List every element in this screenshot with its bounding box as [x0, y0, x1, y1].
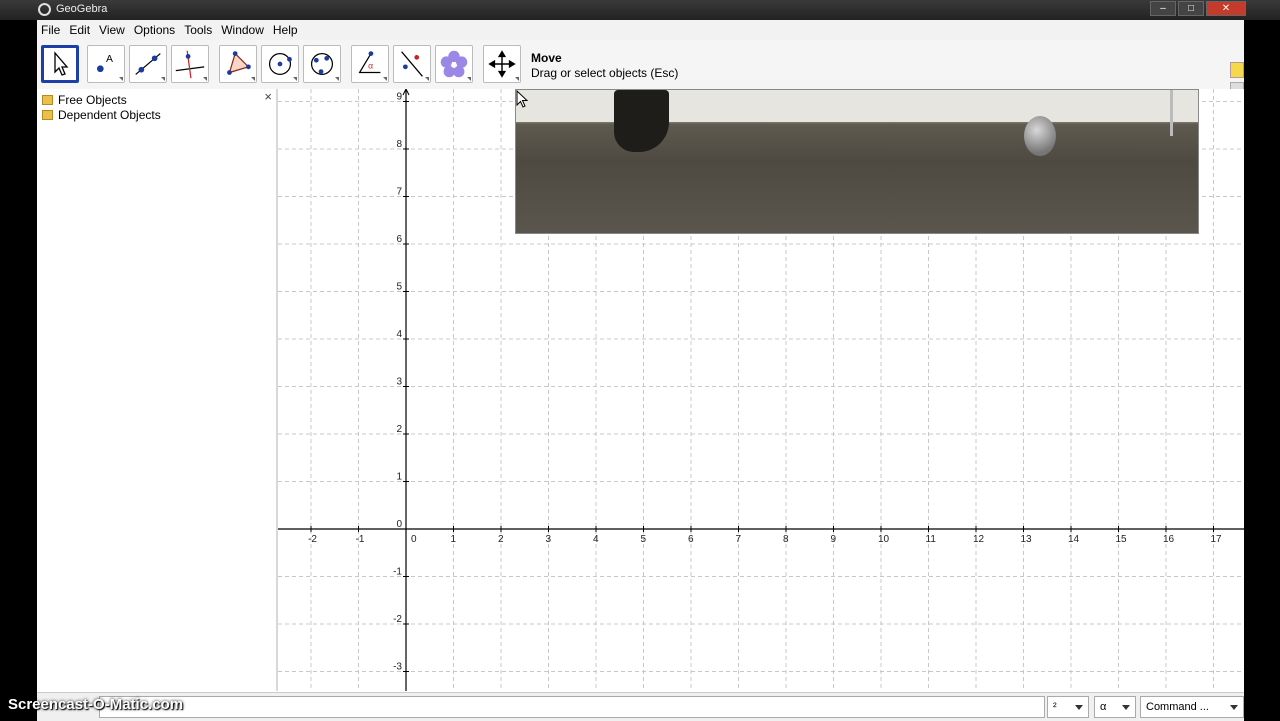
video-ball: [1024, 116, 1056, 156]
video-leg: [614, 90, 669, 152]
x-tick-label: 11: [926, 534, 937, 545]
x-tick-label: 8: [783, 534, 789, 545]
minimize-button[interactable]: –: [1150, 1, 1176, 16]
y-tick-label: 4: [396, 329, 402, 340]
close-window-button[interactable]: ✕: [1206, 1, 1246, 16]
x-tick-label: 9: [831, 534, 837, 545]
move-tool-button[interactable]: [41, 45, 79, 83]
reflect-tool-button[interactable]: [393, 45, 431, 83]
x-tick-label: 3: [546, 534, 552, 545]
menu-tools[interactable]: Tools: [180, 23, 217, 37]
menu-options[interactable]: Options: [130, 23, 180, 37]
tree-item-label: Free Objects: [58, 93, 127, 107]
y-tick-label: -2: [393, 614, 402, 625]
algebra-view: × Free Objects Dependent Objects: [37, 89, 277, 691]
y-tick-label: 9: [396, 92, 402, 103]
menu-window[interactable]: Window: [217, 23, 269, 37]
video-stand: [1170, 90, 1198, 136]
tool-help: Move Drag or select objects (Esc): [531, 51, 678, 81]
perpendicular-line-tool-button[interactable]: [171, 45, 209, 83]
command-dropdown[interactable]: Command ...: [1140, 696, 1244, 718]
graphics-view[interactable]: -2 -1 0 1 2 3 4 5 6 7 8 9 10 11 12 13 14 15 16 17 9 8 7 6 5 4 3 2 1 0…: [278, 89, 1244, 691]
folder-icon: [42, 95, 53, 105]
tree-item-label: Dependent Objects: [58, 108, 161, 122]
tree-item-dependent-objects[interactable]: Dependent Objects: [42, 108, 161, 122]
menu-edit[interactable]: Edit: [65, 23, 95, 37]
input-field[interactable]: [99, 696, 1045, 718]
x-tick-label: -2: [308, 534, 317, 545]
maximize-button[interactable]: □: [1178, 1, 1204, 16]
x-tick-label: -1: [356, 534, 365, 545]
x-tick-label: 13: [1021, 534, 1033, 545]
menu-file[interactable]: File: [37, 23, 65, 37]
circle-tool-button[interactable]: [261, 45, 299, 83]
y-tick-label: 1: [396, 472, 402, 483]
y-tick-label: 0: [396, 519, 402, 530]
x-tick-label: 17: [1211, 534, 1223, 545]
x-tick-label: 5: [641, 534, 647, 545]
line-tool-button[interactable]: [129, 45, 167, 83]
angle-tool-button[interactable]: α: [351, 45, 389, 83]
y-tick-label: 7: [396, 187, 402, 198]
x-tick-label: 7: [736, 534, 742, 545]
x-tick-label: 6: [688, 534, 694, 545]
polygon-tool-button[interactable]: [219, 45, 257, 83]
perspective-icon[interactable]: [1230, 62, 1244, 78]
x-tick-label: 2: [498, 534, 504, 545]
active-tool-help: Drag or select objects (Esc): [531, 66, 679, 80]
active-tool-name: Move: [531, 51, 562, 65]
x-tick-label: 12: [973, 534, 985, 545]
tree-item-free-objects[interactable]: Free Objects: [42, 93, 127, 107]
greek-letter-dropdown[interactable]: α: [1094, 696, 1136, 718]
x-tick-label: 1: [451, 534, 457, 545]
x-tick-label: 4: [593, 534, 599, 545]
y-tick-label: 3: [396, 377, 402, 388]
y-tick-label: 2: [396, 424, 402, 435]
x-tick-label: 0: [411, 534, 417, 545]
input-bar: ² α Command ...: [37, 692, 1244, 721]
x-tick-label: 10: [878, 534, 890, 545]
menu-view[interactable]: View: [95, 23, 130, 37]
menu-bar: File Edit View Options Tools Window Help: [37, 20, 1244, 40]
point-tool-button[interactable]: A: [87, 45, 125, 83]
conic-tool-button[interactable]: [303, 45, 341, 83]
screencast-watermark: Screencast-O-Matic.com: [8, 696, 184, 713]
y-tick-label: -3: [393, 662, 402, 673]
menu-help[interactable]: Help: [269, 23, 303, 37]
svg-text:α: α: [368, 61, 373, 71]
cursor-arrow-icon: [54, 51, 69, 76]
inserted-video-image[interactable]: [515, 89, 1199, 234]
svg-text:A: A: [106, 54, 113, 65]
move-graphics-view-tool-button[interactable]: [483, 45, 521, 83]
geogebra-window: File Edit View Options Tools Window Help…: [37, 20, 1244, 721]
folder-icon: [42, 110, 53, 120]
y-tick-label: 8: [396, 139, 402, 150]
algebra-close-icon[interactable]: ×: [264, 89, 272, 104]
x-tick-label: 15: [1116, 534, 1128, 545]
slider-tool-button[interactable]: [435, 45, 473, 83]
y-tick-label: -1: [393, 567, 402, 578]
y-tick-label: 5: [396, 282, 402, 293]
geogebra-app-icon: [38, 3, 51, 16]
mouse-pointer-icon: [516, 90, 528, 108]
y-tick-label: 6: [396, 234, 402, 245]
title-bar: GeoGebra – □ ✕: [0, 0, 1280, 20]
exponent-dropdown[interactable]: ²: [1047, 696, 1089, 718]
window-title: GeoGebra: [56, 3, 108, 15]
x-tick-label: 14: [1068, 534, 1080, 545]
x-tick-label: 16: [1163, 534, 1175, 545]
